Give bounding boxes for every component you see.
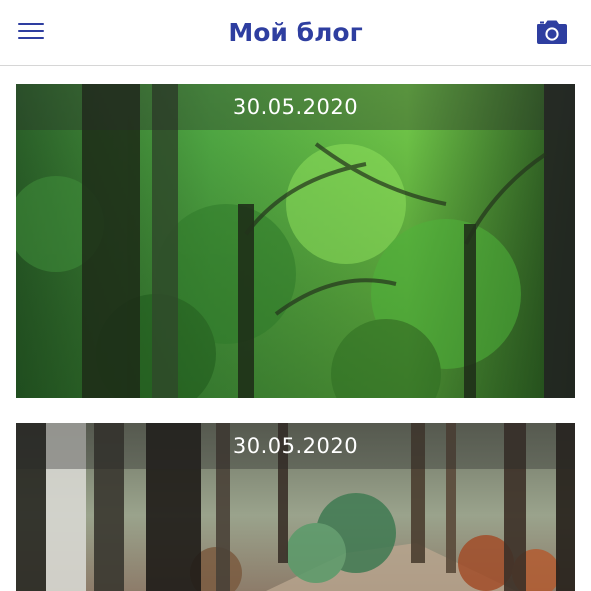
blog-post-card[interactable]: 30.05.2020 (16, 423, 575, 591)
post-date: 30.05.2020 (232, 95, 359, 119)
menu-button[interactable] (14, 18, 48, 46)
hamburger-menu-icon (18, 23, 44, 26)
blog-post-card[interactable]: 30.05.2020 (16, 84, 575, 398)
camera-button[interactable] (534, 18, 570, 46)
page-title: Мой блог (228, 18, 363, 47)
green-forest-photo (16, 84, 575, 398)
app-bar: Мой блог (0, 0, 591, 66)
camera-icon (537, 20, 567, 44)
post-date: 30.05.2020 (232, 434, 359, 458)
